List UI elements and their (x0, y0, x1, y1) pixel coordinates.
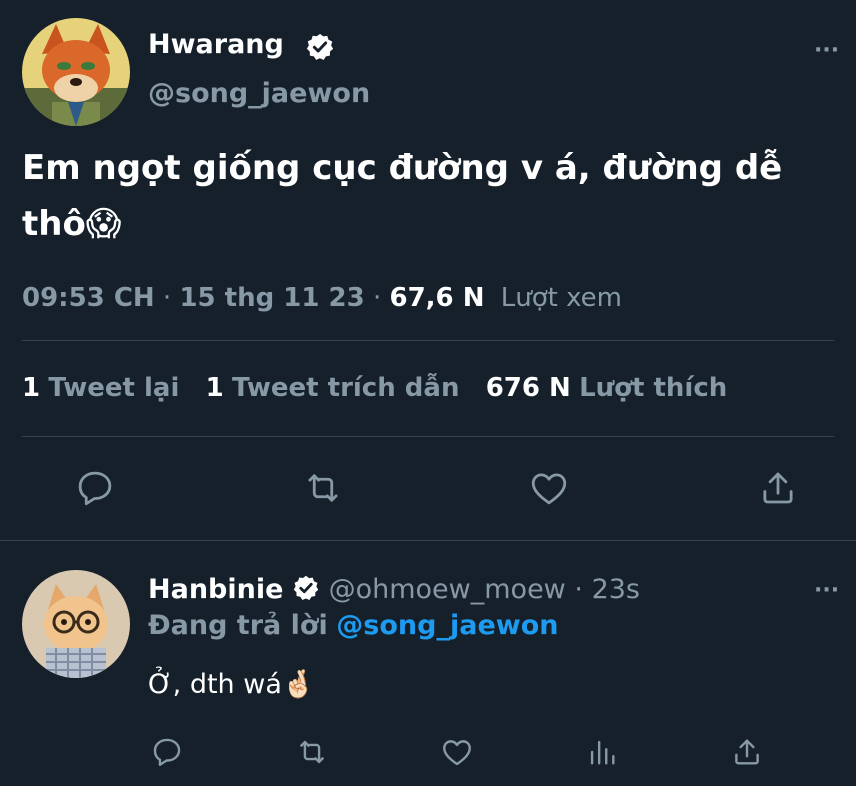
reply-header: Hanbinie @ohmoew_moew · 23s (148, 574, 640, 605)
tweet-time[interactable]: 09:53 CH (22, 283, 155, 313)
more-options-icon[interactable]: ··· (814, 578, 839, 603)
retweets-count: 1 (22, 373, 41, 403)
crossed-fingers-emoji: 🤞🏻 (281, 669, 316, 700)
meta-sep: · (372, 283, 382, 313)
reply-author-avatar[interactable] (22, 570, 130, 678)
reply-author-name[interactable]: Hanbinie (148, 574, 283, 605)
replying-to-line: Đang trả lời @song_jaewon (148, 610, 558, 641)
analytics-icon[interactable] (585, 735, 619, 769)
tweet-text-line1: Em ngọt giống cục đường v á, đường dễ (22, 148, 783, 188)
verified-badge-icon (292, 574, 320, 602)
heart-icon[interactable] (528, 467, 570, 509)
reply-icon[interactable] (74, 467, 116, 509)
author-avatar[interactable] (22, 18, 130, 126)
reply-icon[interactable] (150, 735, 184, 769)
tweet-text-line2: thô😱 (22, 204, 121, 244)
reply-text: Ở, dth wá🤞🏻 (148, 668, 316, 700)
likes-stat[interactable]: 676 N Lượt thích (486, 373, 728, 403)
meta-sep: · (162, 283, 172, 313)
reply-sep: · (574, 574, 583, 605)
retweets-label: Tweet lại (48, 373, 180, 403)
quotes-label: Tweet trích dẫn (232, 373, 460, 403)
author-name[interactable]: Hwarang (148, 29, 284, 60)
heart-icon[interactable] (440, 735, 474, 769)
quotes-stat[interactable]: 1 Tweet trích dẫn (206, 373, 468, 403)
divider (22, 340, 834, 341)
share-icon[interactable] (757, 467, 799, 509)
retweet-icon[interactable] (295, 735, 329, 769)
views-label: Lượt xem (500, 283, 622, 313)
retweets-stat[interactable]: 1 Tweet lại (22, 373, 188, 403)
tweet-text-line2-text: thô (22, 204, 86, 244)
divider (22, 436, 834, 437)
likes-label: Lượt thích (579, 373, 728, 403)
tweet-stats: 1 Tweet lại 1 Tweet trích dẫn 676 N Lượt… (22, 373, 727, 403)
tweet-date[interactable]: 15 thg 11 23 (179, 283, 364, 313)
tweet-meta: 09:53 CH · 15 thg 11 23 · 67,6 N Lượt xe… (22, 283, 622, 313)
retweet-icon[interactable] (302, 467, 344, 509)
reply-time[interactable]: 23s (592, 574, 640, 605)
quotes-count: 1 (205, 373, 224, 403)
share-icon[interactable] (730, 735, 764, 769)
reply-text-content: Ở, dth wá (148, 669, 282, 700)
more-options-icon[interactable]: ··· (814, 38, 839, 63)
views-count: 67,6 N (389, 283, 485, 313)
replying-label: Đang trả lời (148, 610, 328, 641)
verified-badge-icon (305, 32, 335, 62)
author-handle[interactable]: @song_jaewon (148, 78, 370, 109)
replying-to-link[interactable]: @song_jaewon (336, 610, 558, 641)
reply-author-handle[interactable]: @ohmoew_moew (329, 574, 566, 605)
scream-emoji: 😱 (85, 204, 122, 244)
likes-count: 676 N (485, 373, 571, 403)
divider (0, 540, 856, 541)
